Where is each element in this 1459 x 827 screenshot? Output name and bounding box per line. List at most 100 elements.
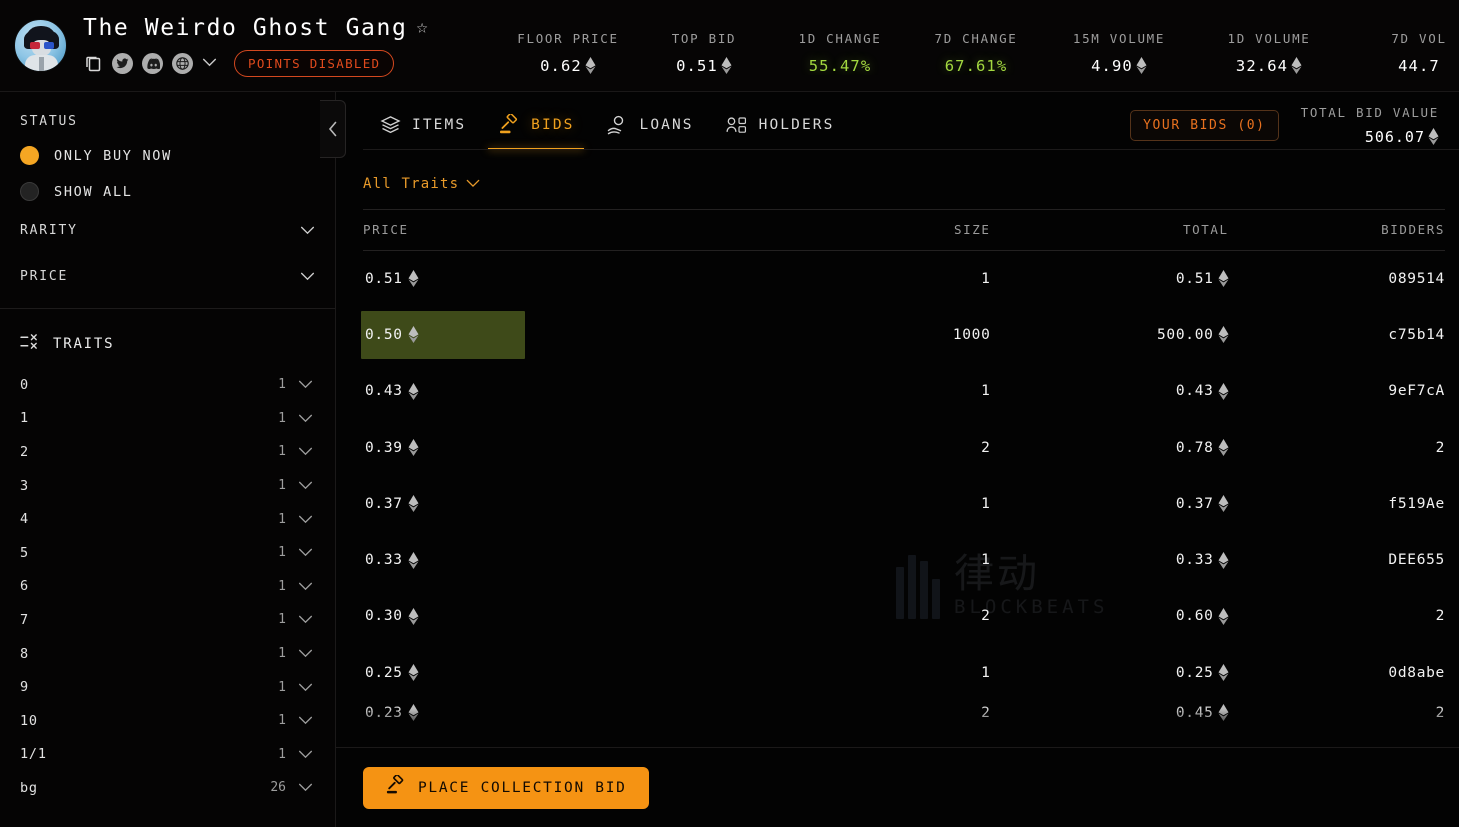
- trait-row[interactable]: 81: [0, 637, 335, 671]
- trait-row[interactable]: 51: [0, 536, 335, 570]
- place-collection-bid-button[interactable]: PLACE COLLECTION BID: [363, 766, 649, 809]
- table-row[interactable]: 0.23 2 0.45 2: [363, 701, 1445, 725]
- bid-price: 0.43: [365, 383, 403, 400]
- points-status-badge: POINTS DISABLED: [234, 49, 395, 77]
- cell-total: 0.25: [991, 645, 1229, 701]
- trait-name: bg: [20, 779, 38, 796]
- copy-icon[interactable]: [83, 53, 103, 74]
- stat-15m-volume: 15M VOLUME 4.90: [1044, 31, 1194, 75]
- table-row[interactable]: 0.39 2 0.78 2: [363, 419, 1445, 475]
- trait-row[interactable]: 21: [0, 435, 335, 469]
- cell-size: 1: [774, 476, 990, 532]
- ethereum-icon: [408, 704, 419, 722]
- stat-label: 15M VOLUME: [1072, 30, 1166, 46]
- table-row[interactable]: 0.37 1 0.37 f519Ae: [363, 476, 1445, 532]
- bid-bidders: 2: [1435, 704, 1445, 721]
- cell-size: 1000: [774, 307, 990, 363]
- chevron-down-icon: [298, 515, 313, 524]
- trait-row[interactable]: 41: [0, 502, 335, 536]
- trait-count: 1: [278, 545, 286, 561]
- chevron-down-icon: [298, 750, 313, 759]
- sidebar-section-rarity[interactable]: RARITY: [0, 213, 335, 247]
- column-header-size[interactable]: SIZE: [774, 209, 991, 251]
- bid-total: 0.33: [1175, 552, 1214, 569]
- column-header-price[interactable]: PRICE: [363, 209, 775, 251]
- trait-row[interactable]: 1/1 1: [0, 738, 335, 772]
- cell-total: 500.00: [991, 307, 1229, 363]
- status-option-only-buy-now[interactable]: ONLY BUY NOW: [20, 146, 315, 165]
- trait-row[interactable]: 61: [0, 570, 335, 604]
- trait-row[interactable]: 91: [0, 670, 335, 704]
- ethereum-icon: [1218, 704, 1229, 722]
- trait-name: 10: [20, 712, 38, 729]
- star-outline-icon[interactable]: ☆: [416, 18, 427, 37]
- globe-icon[interactable]: [172, 52, 193, 74]
- ethereum-icon: [408, 439, 419, 457]
- ethereum-icon: [585, 57, 596, 74]
- chevron-down-icon: [298, 649, 313, 658]
- stat-value: 67.61%: [908, 57, 1044, 75]
- your-bids-button[interactable]: YOUR BIDS (0): [1130, 109, 1279, 141]
- status-option-show-all[interactable]: SHOW ALL: [20, 182, 315, 201]
- bid-price: 0.30: [365, 608, 403, 625]
- trait-name: 4: [20, 511, 29, 528]
- trait-count: 1: [278, 713, 286, 729]
- trait-name: 7: [20, 611, 29, 628]
- stat-floor-price: FLOOR PRICE 0.62: [500, 31, 636, 75]
- table-row[interactable]: 0.25 1 0.25 0d8abe: [363, 645, 1445, 701]
- bid-size: 1: [981, 270, 991, 287]
- bid-size: 2: [981, 704, 991, 721]
- ethereum-icon: [408, 270, 419, 288]
- chevron-down-icon[interactable]: [202, 56, 217, 71]
- trait-count: 1: [278, 612, 286, 628]
- stat-number: 67.61%: [944, 56, 1008, 75]
- filters-sidebar: STATUS ONLY BUY NOW SHOW ALL RARITY PRIC…: [0, 92, 336, 827]
- trait-row[interactable]: 01: [0, 368, 335, 402]
- bid-total: 0.43: [1175, 383, 1214, 400]
- trait-row[interactable]: bg 26: [0, 771, 335, 805]
- cell-size: 1: [774, 251, 990, 307]
- cell-price: 0.37: [363, 476, 774, 532]
- cell-bidders: 0d8abe: [1229, 645, 1445, 701]
- sidebar-section-label: PRICE: [20, 268, 69, 284]
- table-row[interactable]: 0.43 1 0.43 9eF7cA: [363, 363, 1445, 419]
- cell-total: 0.37: [991, 476, 1229, 532]
- column-header-total[interactable]: TOTAL: [990, 209, 1229, 251]
- bid-price: 0.51: [365, 270, 403, 287]
- cell-size: 2: [774, 701, 990, 725]
- collection-title: The Weirdo Ghost Gang: [83, 14, 408, 41]
- bid-size: 1: [981, 552, 991, 569]
- trait-count: 1: [278, 646, 286, 662]
- trait-row[interactable]: 71: [0, 603, 335, 637]
- stat-1d-change: 1D CHANGE 55.47%: [772, 31, 908, 75]
- bid-bidders: f519Ae: [1388, 495, 1445, 512]
- trait-row[interactable]: 31: [0, 469, 335, 503]
- sidebar-collapse-button[interactable]: [320, 100, 346, 158]
- table-row[interactable]: 0.30 2 0.60 2: [363, 588, 1445, 644]
- cell-price: 0.33: [363, 532, 774, 588]
- trait-count: 1: [278, 410, 286, 426]
- bid-price: 0.33: [365, 552, 403, 569]
- table-row[interactable]: 0.50 1000 500.00 c75b14: [361, 307, 1445, 363]
- discord-icon[interactable]: [142, 52, 163, 74]
- sidebar-section-price[interactable]: PRICE: [0, 259, 335, 293]
- trait-row[interactable]: 11: [0, 402, 335, 436]
- chevron-down-icon: [298, 683, 313, 692]
- traits-filter-label: All Traits: [363, 176, 460, 192]
- trait-row[interactable]: 10 1: [0, 704, 335, 738]
- trait-name: 1: [20, 410, 29, 427]
- cell-total: 0.33: [991, 532, 1229, 588]
- twitter-icon[interactable]: [112, 52, 133, 74]
- cell-bidders: c75b14: [1229, 307, 1445, 363]
- trait-count: 26: [270, 780, 286, 796]
- table-row[interactable]: 0.51 1 0.51 089514: [363, 251, 1445, 307]
- stat-value: 32.64: [1194, 57, 1344, 75]
- column-header-bidders[interactable]: BIDDERS: [1228, 209, 1445, 251]
- traits-filter-dropdown[interactable]: All Traits: [363, 176, 480, 192]
- trait-name: 8: [20, 645, 29, 662]
- status-option-label: SHOW ALL: [54, 183, 133, 200]
- traits-list: 0 1 1 1 2 1 3 1 4 1 5 1 6 1 7 1 8 1 9 1 10 1 1/1 1 bg 26: [0, 368, 335, 805]
- table-row[interactable]: 0.33 1 0.33 DEE655: [363, 532, 1445, 588]
- ethereum-icon: [408, 326, 419, 344]
- trait-count: 1: [278, 444, 286, 460]
